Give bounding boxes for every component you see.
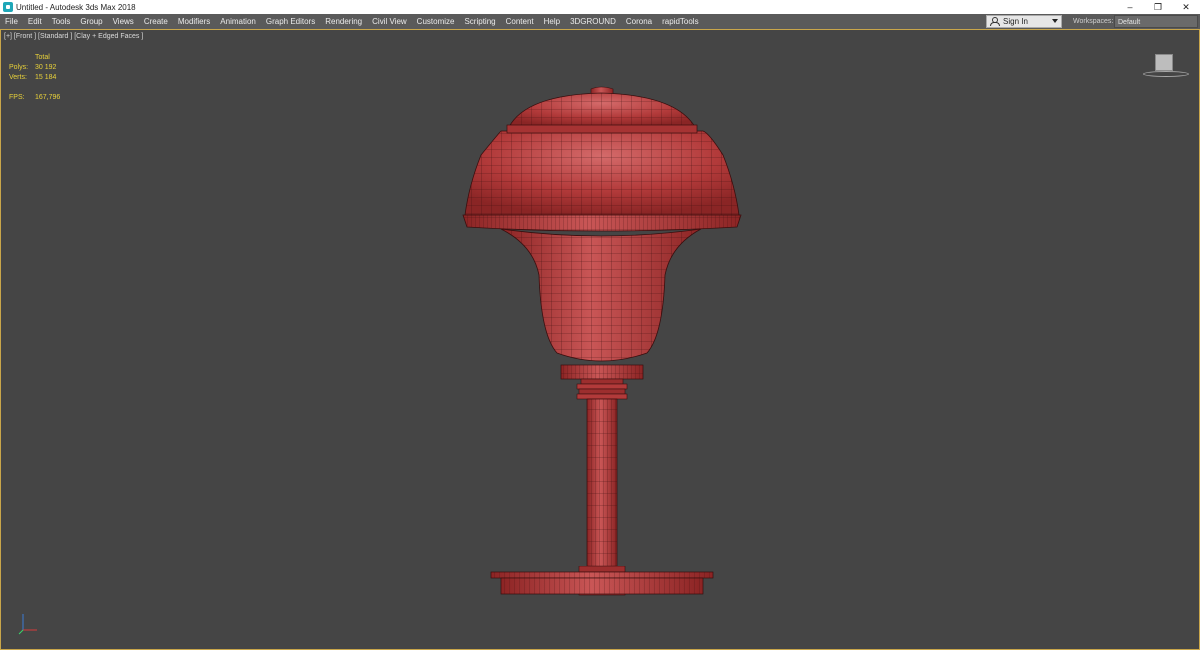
stats-polys-label: Polys: [9, 64, 29, 71]
window-controls: – ❐ ✕ [1116, 0, 1200, 14]
app-icon [3, 2, 13, 12]
workspace-select[interactable]: Default [1114, 15, 1198, 28]
chevron-down-icon [1052, 19, 1058, 23]
workspaces-label: Workspaces: [1073, 18, 1114, 25]
lamp-base[interactable] [489, 566, 715, 600]
stats-verts-label: Verts: [9, 74, 27, 81]
restore-button[interactable]: ❐ [1144, 0, 1172, 14]
axis-tripod-icon [18, 614, 37, 635]
menu-edit[interactable]: Edit [23, 14, 47, 29]
user-icon [990, 17, 1000, 26]
lamp-shade[interactable] [462, 86, 742, 232]
lamp-model[interactable] [451, 85, 751, 605]
viewcube-ring[interactable] [1143, 71, 1189, 77]
menu-3dground[interactable]: 3DGROUND [565, 14, 621, 29]
sign-in-label: Sign In [1003, 17, 1028, 26]
stats-verts-value: 15 184 [35, 74, 57, 81]
menu-civil-view[interactable]: Civil View [367, 14, 412, 29]
menu-corona[interactable]: Corona [621, 14, 657, 29]
menu-rapidtools[interactable]: rapidTools [657, 14, 703, 29]
menu-animation[interactable]: Animation [215, 14, 261, 29]
menu-file[interactable]: File [0, 14, 23, 29]
lamp-bell[interactable] [500, 228, 702, 362]
menu-group[interactable]: Group [75, 14, 107, 29]
menu-scripting[interactable]: Scripting [459, 14, 500, 29]
menu-tools[interactable]: Tools [47, 14, 76, 29]
menu-views[interactable]: Views [108, 14, 139, 29]
menu-graph-editors[interactable]: Graph Editors [261, 14, 320, 29]
stats-polys-value: 30 192 [35, 64, 57, 71]
viewcube-face[interactable] [1155, 54, 1173, 71]
viewcube-icon[interactable] [1141, 52, 1191, 80]
menu-bar: File Edit Tools Group Views Create Modif… [0, 14, 1200, 29]
menu-content[interactable]: Content [501, 14, 539, 29]
minimize-button[interactable]: – [1116, 0, 1144, 14]
stats-header: Total [35, 54, 50, 61]
stats-fps-label: FPS: [9, 94, 25, 101]
title-bar: Untitled - Autodesk 3ds Max 2018 – ❐ ✕ [0, 0, 1200, 14]
front-viewport[interactable]: [+] [Front ] [Standard ] [Clay + Edged F… [0, 29, 1200, 650]
window-title: Untitled - Autodesk 3ds Max 2018 [16, 2, 136, 12]
close-button[interactable]: ✕ [1172, 0, 1200, 14]
menu-help[interactable]: Help [539, 14, 565, 29]
menu-modifiers[interactable]: Modifiers [173, 14, 215, 29]
viewport-label[interactable]: [+] [Front ] [Standard ] [Clay + Edged F… [4, 33, 143, 40]
sign-in-dropdown[interactable]: Sign In [986, 15, 1062, 28]
scene-statistics: Total Polys: 30 192 Verts: 15 184 FPS: 167,… [9, 54, 60, 104]
menu-rendering[interactable]: Rendering [320, 14, 367, 29]
menu-create[interactable]: Create [139, 14, 173, 29]
menu-customize[interactable]: Customize [412, 14, 460, 29]
stats-fps-value: 167,796 [35, 94, 61, 101]
lamp-neck[interactable] [560, 364, 644, 400]
lamp-stem[interactable] [586, 398, 618, 578]
